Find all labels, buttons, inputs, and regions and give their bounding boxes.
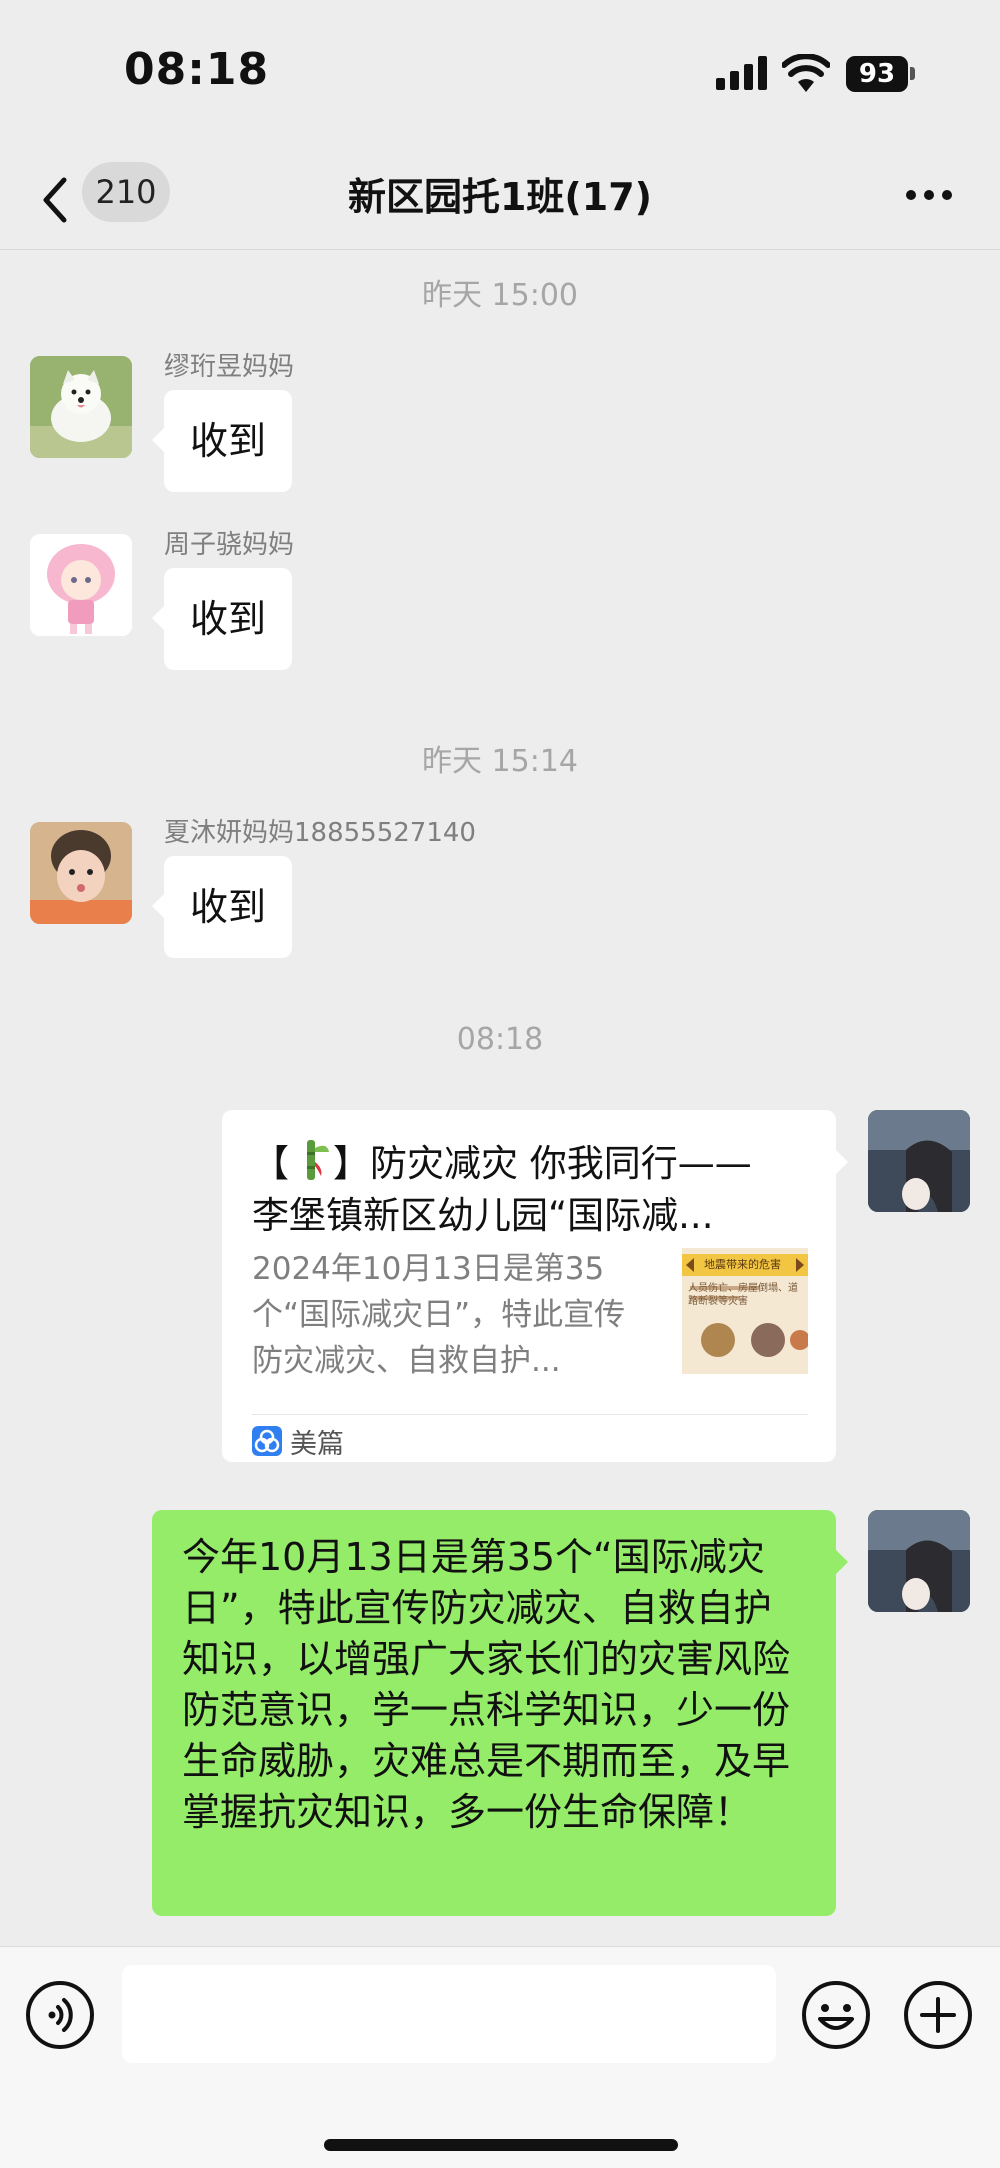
avatar[interactable] [30,356,132,458]
message-input[interactable] [122,1965,776,2063]
input-bar [0,1946,1000,2168]
card-title-open-bracket: 【 [252,1142,289,1185]
white-dog-avatar-image [30,356,132,458]
sender-name: 缪珩昱妈妈 [164,352,295,382]
card-thumbnail-label: 地震带来的危害 [704,1258,781,1271]
child-photo-avatar-image [30,822,132,924]
card-source: 美篇 [290,1429,344,1460]
battery-cap [910,67,915,80]
home-indicator [324,2139,678,2151]
card-title-line1: 】防灾减灾 你我同行—— [333,1142,752,1185]
self-avatar-image [868,1510,970,1612]
sender-name: 周子骁妈妈 [164,530,295,560]
card-divider [252,1414,808,1415]
unread-count-badge[interactable]: 210 [82,162,170,222]
self-avatar[interactable] [868,1510,970,1612]
cellular-signal-icon [716,56,767,90]
message-bubble[interactable]: 收到 [151,390,293,492]
card-title: 【 】防灾减灾 你我同行—— 李堡镇新区幼儿园“国际减... [252,1138,812,1242]
battery-level: 93 [846,56,908,92]
anime-girl-avatar-image [30,534,132,636]
self-avatar[interactable] [868,1110,970,1212]
message-timestamp: 昨天 15:00 [422,278,578,313]
plus-icon[interactable] [902,1979,974,2051]
more-icon[interactable] [904,188,954,202]
nav-bar: 210 新区园托1班(17) [0,150,1000,250]
status-time: 08:18 [124,44,270,95]
avatar[interactable] [30,534,132,636]
card-description: 2024年10月13日是第35个“国际减灾日”，特此宣传防灾减灾、自救自护... [252,1251,626,1379]
wifi-icon [782,54,830,92]
chat-screen: 08:18 93 210 新区园托1班(17) 昨天 15:00 缪珩昱妈妈 收… [0,0,1000,2168]
self-avatar-image [868,1110,970,1212]
meipian-logo-icon [252,1426,282,1456]
status-bar: 08:18 93 [0,0,1000,150]
battery-indicator: 93 [846,56,916,92]
card-thumbnail-text: 人员伤亡、房屋倒塌、道路断裂等灾害 [688,1283,798,1307]
self-message-bubble[interactable]: 今年10月13日是第35个“国际减灾日”，特此宣传防灾减灾、自救自护知识，以增强… [152,1510,848,1916]
voice-icon[interactable] [24,1979,96,2051]
avatar[interactable] [30,822,132,924]
message-bubble[interactable]: 收到 [151,856,293,958]
message-bubble[interactable]: 收到 [151,568,293,670]
link-card[interactable]: 【 】防灾减灾 你我同行—— 李堡镇新区幼儿园“国际减... 2024年10月1… [222,1110,848,1462]
message-timestamp: 08:18 [456,1022,544,1057]
emoji-icon[interactable] [800,1979,872,2051]
chat-title: 新区园托1班(17) [347,175,653,219]
bamboo-emoji-icon [307,1140,329,1180]
card-thumbnail: 地震带来的危害 人员伤亡、房屋倒塌、道路断裂等灾害 [682,1248,808,1374]
sender-name: 夏沐妍妈妈18855527140 [164,818,476,848]
back-chevron-icon[interactable] [38,170,72,230]
message-timestamp: 昨天 15:14 [422,744,578,779]
card-title-line2: 李堡镇新区幼儿园“国际减... [252,1194,714,1237]
